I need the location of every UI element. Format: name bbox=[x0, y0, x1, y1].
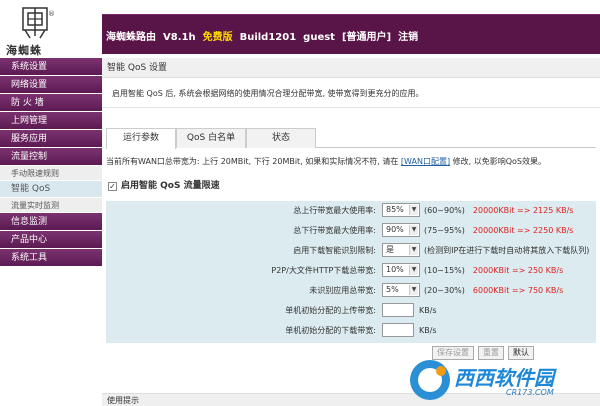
smart-download-select[interactable]: 是 ▼ bbox=[382, 243, 420, 257]
upload-usage-select[interactable]: 85% ▼ bbox=[382, 203, 420, 217]
download-usage-select[interactable]: 90% ▼ bbox=[382, 223, 420, 237]
watermark-logo-dot bbox=[436, 366, 446, 376]
sidebar-item-internet-management[interactable]: 上网管理 bbox=[0, 112, 102, 130]
init-upload-unit: KB/s bbox=[419, 305, 437, 315]
tab-run-params[interactable]: 运行参数 bbox=[106, 128, 176, 149]
sidebar-item-firewall[interactable]: 防 火 墙 bbox=[0, 94, 102, 112]
enable-qos-label: 启用智能 QoS 流量限速 bbox=[121, 181, 220, 191]
logo-text: 海蜘蛛 bbox=[6, 44, 42, 57]
logout-link[interactable]: 注销 bbox=[398, 32, 418, 43]
select-value: 90% bbox=[386, 225, 404, 234]
sidebar-item-info-monitor[interactable]: 信息监测 bbox=[0, 213, 102, 231]
sidebar-subitem-manual-rules[interactable]: 手动限速规则 bbox=[0, 166, 102, 181]
init-download-label: 单机初始分配的下载带宽: bbox=[285, 326, 376, 335]
unknown-app-select[interactable]: 5% ▼ bbox=[382, 283, 420, 297]
p2p-bandwidth-hint: (10~15%) bbox=[424, 265, 465, 275]
init-upload-label: 单机初始分配的上传带宽: bbox=[285, 306, 376, 315]
logo: ® 海蜘蛛 bbox=[0, 0, 102, 58]
sidebar-item-network-settings[interactable]: 网络设置 bbox=[0, 76, 102, 94]
chevron-down-icon: ▼ bbox=[409, 205, 418, 215]
user-role: [普通用户] bbox=[341, 32, 392, 43]
watermark-text: 西西软件园 bbox=[454, 366, 554, 390]
unknown-app-hint: (20~30%) bbox=[424, 285, 465, 295]
page-description: 启用智能 QoS 后, 系统会根据网络的使用情况合理分配带宽, 使带宽得到更充分… bbox=[102, 78, 600, 108]
settings-table: 总上行带宽最大使用率: 85% ▼ (60~90%) 20000KBit => 212… bbox=[106, 201, 596, 343]
main-panel: 智能 QoS 设置 启用智能 QoS 后, 系统会根据网络的使用情况合理分配带宽… bbox=[102, 58, 600, 406]
download-usage-label: 总下行带宽最大使用率: bbox=[293, 226, 376, 235]
p2p-bandwidth-rate: 2000KBit => 250 KB/s bbox=[472, 265, 564, 275]
bandwidth-info: 当前所有WAN口总带宽为: 上行 20MBit, 下行 20MBit, 如果和实… bbox=[106, 156, 596, 167]
upload-usage-label: 总上行带宽最大使用率: bbox=[293, 206, 376, 215]
build: Build1201 bbox=[239, 32, 297, 43]
upload-usage-rate: 20000KBit => 2125 KB/s bbox=[472, 205, 574, 215]
sidebar-subitem-smart-qos[interactable]: 智能 QoS bbox=[0, 181, 102, 198]
p2p-bandwidth-label: P2P/大文件HTTP下载总带宽: bbox=[271, 266, 376, 275]
version: V8.1h bbox=[163, 32, 196, 43]
table-row: 启用下载智能识别限制: 是 ▼ (检测到IP在进行下载时自动将其放入下载队列) bbox=[106, 241, 596, 261]
unknown-app-label: 未识别应用总带宽: bbox=[309, 286, 376, 295]
sidebar-item-system-tools[interactable]: 系统工具 bbox=[0, 249, 102, 267]
chevron-down-icon: ▼ bbox=[409, 245, 418, 255]
smart-download-label: 启用下载智能识别限制: bbox=[293, 246, 376, 255]
sidebar-item-product-center[interactable]: 产品中心 bbox=[0, 231, 102, 249]
download-usage-hint: (75~95%) bbox=[424, 225, 465, 235]
table-row: P2P/大文件HTTP下载总带宽: 10% ▼ (10~15%) 2000KBit =… bbox=[106, 261, 596, 281]
registered-mark: ® bbox=[48, 10, 55, 18]
init-download-input[interactable] bbox=[382, 323, 414, 337]
edition-badge: 免费版 bbox=[202, 32, 233, 43]
select-value: 5% bbox=[386, 285, 399, 294]
watermark: 西西软件园 CR173.COM bbox=[410, 356, 600, 404]
smart-download-hint: (检测到IP在进行下载时自动将其放入下载队列) bbox=[424, 245, 590, 255]
wan-config-link[interactable]: [WAN口配置] bbox=[401, 157, 450, 166]
product-name: 海蜘蛛路由 bbox=[106, 32, 156, 43]
sidebar-item-traffic-control[interactable]: 流量控制 bbox=[0, 148, 102, 166]
header: ® 海蜘蛛 海蜘蛛路由 V8.1h 免费版 Build1201 guest [普通用户] 注… bbox=[0, 0, 600, 58]
table-row: 未识别应用总带宽: 5% ▼ (20~30%) 6000KBit => 750 KB/… bbox=[106, 281, 596, 301]
init-upload-input[interactable] bbox=[382, 303, 414, 317]
username: guest bbox=[303, 32, 335, 43]
init-download-unit: KB/s bbox=[419, 325, 437, 335]
table-row: 总下行带宽最大使用率: 90% ▼ (75~95%) 20000KBit => 225… bbox=[106, 221, 596, 241]
bandwidth-prefix: 当前所有WAN口总带宽为: 上行 20MBit, 下行 20MBit, 如果和实… bbox=[106, 157, 399, 166]
tab-qos-whitelist[interactable]: QoS 白名单 bbox=[176, 128, 246, 148]
upload-usage-hint: (60~90%) bbox=[424, 205, 465, 215]
tab-status[interactable]: 状态 bbox=[246, 128, 316, 148]
bandwidth-suffix: 修改, 以免影响QoS效果。 bbox=[452, 157, 546, 166]
sidebar-item-service-apps[interactable]: 服务应用 bbox=[0, 130, 102, 148]
unknown-app-rate: 6000KBit => 750 KB/s bbox=[472, 285, 564, 295]
select-value: 10% bbox=[386, 265, 404, 274]
page-title: 智能 QoS 设置 bbox=[102, 58, 600, 78]
table-row: 总上行带宽最大使用率: 85% ▼ (60~90%) 20000KBit => 212… bbox=[106, 201, 596, 221]
chevron-down-icon: ▼ bbox=[409, 225, 418, 235]
download-usage-rate: 20000KBit => 2250 KB/s bbox=[472, 225, 574, 235]
watermark-sub: CR173.COM bbox=[506, 388, 554, 397]
table-row: 单机初始分配的下载带宽: KB/s bbox=[106, 321, 596, 341]
tab-bar: 运行参数 QoS 白名单 状态 bbox=[106, 128, 596, 149]
select-value: 是 bbox=[386, 245, 394, 254]
chevron-down-icon: ▼ bbox=[409, 285, 418, 295]
table-row: 单机初始分配的上传带宽: KB/s bbox=[106, 301, 596, 321]
sidebar: 系统设置 网络设置 防 火 墙 上网管理 服务应用 流量控制 手动限速规则 智能… bbox=[0, 58, 102, 406]
enable-qos-checkbox[interactable]: ✓ bbox=[108, 182, 117, 191]
enable-qos-row: ✓ 启用智能 QoS 流量限速 bbox=[108, 178, 220, 191]
chevron-down-icon: ▼ bbox=[409, 265, 418, 275]
select-value: 85% bbox=[386, 205, 404, 214]
logo-icon bbox=[22, 7, 48, 39]
sidebar-subitem-realtime-monitor[interactable]: 流量实时监测 bbox=[0, 198, 102, 213]
top-bar: 海蜘蛛路由 V8.1h 免费版 Build1201 guest [普通用户] 注销 bbox=[102, 14, 600, 54]
p2p-bandwidth-select[interactable]: 10% ▼ bbox=[382, 263, 420, 277]
sidebar-item-system-settings[interactable]: 系统设置 bbox=[0, 58, 102, 76]
